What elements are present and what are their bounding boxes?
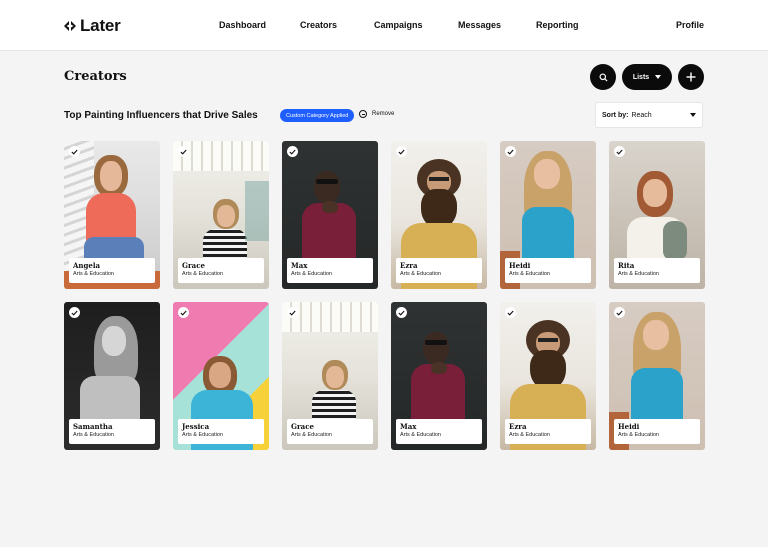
nav-campaigns[interactable]: Campaigns: [374, 20, 423, 30]
creator-card[interactable]: Max Arts & Education: [282, 141, 378, 289]
creator-card[interactable]: Ezra Arts & Education: [500, 302, 596, 450]
creator-info: Angela Arts & Education: [69, 258, 155, 283]
check-icon[interactable]: [396, 307, 407, 318]
add-button[interactable]: [678, 64, 704, 90]
custom-category-badge[interactable]: Custom Category Applied: [280, 109, 355, 122]
check-icon[interactable]: [287, 146, 298, 157]
remove-button[interactable]: Remove: [359, 110, 394, 118]
creator-info: Grace Arts & Education: [287, 419, 373, 444]
creator-name: Jessica: [182, 422, 210, 431]
creator-category: Arts & Education: [400, 271, 441, 277]
check-icon[interactable]: [69, 307, 80, 318]
creator-card[interactable]: Ezra Arts & Education: [391, 141, 487, 289]
lists-label: Lists: [632, 73, 650, 81]
creator-category: Arts & Education: [509, 271, 550, 277]
check-icon[interactable]: [614, 146, 625, 157]
check-icon[interactable]: [396, 146, 407, 157]
creator-category: Arts & Education: [291, 271, 332, 277]
check-icon[interactable]: [178, 146, 189, 157]
creator-category: Arts & Education: [618, 271, 659, 277]
creator-name: Rita: [618, 261, 635, 270]
creator-name: Max: [400, 422, 417, 431]
creator-card[interactable]: Angela Arts & Education: [64, 141, 160, 289]
creator-name: Samantha: [73, 422, 113, 431]
page-title: Creators: [64, 69, 127, 84]
search-icon: [598, 72, 608, 82]
check-icon[interactable]: [69, 146, 80, 157]
check-icon[interactable]: [505, 146, 516, 157]
nav-reporting[interactable]: Reporting: [536, 20, 579, 30]
creator-info: Ezra Arts & Education: [505, 419, 591, 444]
creator-category: Arts & Education: [73, 271, 114, 277]
sort-value: Reach: [631, 111, 652, 119]
creator-card[interactable]: Heidi Arts & Education: [500, 141, 596, 289]
lists-dropdown-button[interactable]: Lists: [622, 64, 672, 90]
creator-category: Arts & Education: [509, 432, 550, 438]
creator-name: Grace: [291, 422, 314, 431]
creator-category: Arts & Education: [73, 432, 114, 438]
chevron-down-icon: [690, 113, 696, 117]
check-icon[interactable]: [178, 307, 189, 318]
creator-info: Samantha Arts & Education: [69, 419, 155, 444]
nav-messages[interactable]: Messages: [458, 20, 501, 30]
creator-card[interactable]: Max Arts & Education: [391, 302, 487, 450]
check-icon[interactable]: [505, 307, 516, 318]
creator-info: Jessica Arts & Education: [178, 419, 264, 444]
plus-icon: [686, 72, 696, 82]
creator-info: Max Arts & Education: [396, 419, 482, 444]
top-navigation-bar: Later Dashboard Creators Campaigns Messa…: [0, 0, 768, 51]
creator-info: Max Arts & Education: [287, 258, 373, 283]
later-logo-icon: [64, 21, 76, 31]
sort-label: Sort by:: [602, 111, 629, 119]
check-icon[interactable]: [287, 307, 298, 318]
creator-category: Arts & Education: [291, 432, 332, 438]
creator-card[interactable]: Rita Arts & Education: [609, 141, 705, 289]
creator-category: Arts & Education: [182, 271, 223, 277]
creator-card[interactable]: Heidi Arts & Education: [609, 302, 705, 450]
creator-category: Arts & Education: [400, 432, 441, 438]
logo-text: Later: [80, 16, 121, 35]
search-button[interactable]: [590, 64, 616, 90]
later-logo[interactable]: Later: [64, 16, 121, 36]
creator-card[interactable]: Grace Arts & Education: [173, 141, 269, 289]
sort-dropdown[interactable]: Sort by: Reach: [595, 102, 703, 128]
creator-name: Heidi: [618, 422, 640, 431]
nav-creators[interactable]: Creators: [300, 20, 337, 30]
check-icon[interactable]: [614, 307, 625, 318]
remove-label: Remove: [372, 111, 395, 117]
creator-name: Angela: [73, 261, 101, 270]
creator-name: Grace: [182, 261, 205, 270]
creator-category: Arts & Education: [182, 432, 223, 438]
creator-name: Ezra: [509, 422, 527, 431]
profile-link[interactable]: Profile: [676, 20, 704, 30]
creator-info: Grace Arts & Education: [178, 258, 264, 283]
creator-card[interactable]: Grace Arts & Education: [282, 302, 378, 450]
creator-category: Arts & Education: [618, 432, 659, 438]
creator-name: Max: [291, 261, 308, 270]
creator-card[interactable]: Jessica Arts & Education: [173, 302, 269, 450]
chevron-down-icon: [655, 75, 662, 79]
creator-card[interactable]: Samantha Arts & Education: [64, 302, 160, 450]
list-title: Top Painting Influencers that Drive Sale…: [64, 110, 258, 121]
creator-info: Heidi Arts & Education: [505, 258, 591, 283]
creator-name: Heidi: [509, 261, 531, 270]
creator-info: Ezra Arts & Education: [396, 258, 482, 283]
minus-circle-icon: [359, 110, 367, 118]
creator-info: Rita Arts & Education: [614, 258, 700, 283]
creator-name: Ezra: [400, 261, 418, 270]
nav-dashboard[interactable]: Dashboard: [219, 20, 266, 30]
creator-info: Heidi Arts & Education: [614, 419, 700, 444]
